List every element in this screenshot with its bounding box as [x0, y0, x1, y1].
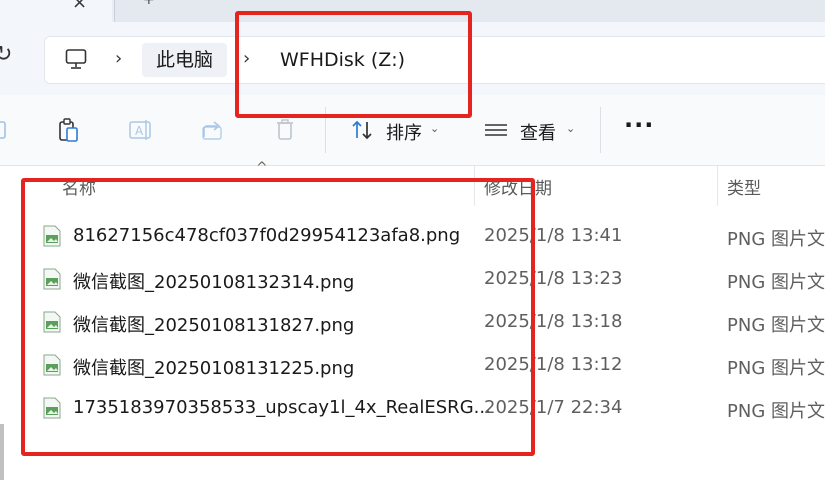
refresh-icon[interactable]: ↻: [0, 42, 12, 67]
sort-ascending-icon: ^: [256, 160, 268, 176]
breadcrumb-this-pc[interactable]: 此电脑: [142, 43, 228, 77]
monitor-icon[interactable]: [65, 48, 87, 72]
annotation-box-address: [235, 11, 472, 118]
view-chevron-down-icon[interactable]: ⌄: [566, 122, 575, 135]
file-type: PNG 图片文: [727, 272, 825, 293]
sort-icon[interactable]: [350, 117, 376, 143]
column-header-type[interactable]: 类型: [727, 174, 761, 199]
file-type: PNG 图片文: [727, 229, 825, 250]
paste-icon[interactable]: [56, 117, 82, 143]
breadcrumb-chevron-icon[interactable]: ›: [115, 48, 122, 69]
svg-text:A: A: [135, 124, 144, 138]
scrollbar[interactable]: [0, 424, 4, 480]
view-icon[interactable]: [483, 117, 509, 143]
file-type: PNG 图片文: [727, 358, 825, 379]
active-tab[interactable]: ×: [0, 0, 112, 22]
delete-icon[interactable]: [272, 117, 298, 143]
rename-icon[interactable]: A: [128, 117, 154, 143]
column-divider[interactable]: [717, 166, 718, 206]
more-options-button[interactable]: ···: [624, 111, 654, 139]
share-icon[interactable]: [200, 117, 226, 143]
annotation-box-files: [21, 178, 535, 456]
file-type: PNG 图片文: [727, 401, 825, 422]
new-tab-icon[interactable]: +: [143, 0, 155, 8]
file-type: PNG 图片文: [727, 315, 825, 336]
tab-close-icon[interactable]: ×: [72, 0, 87, 13]
toolbar-divider: [600, 107, 601, 153]
copy-icon[interactable]: [0, 117, 12, 143]
sort-button[interactable]: 排序: [386, 119, 422, 145]
sort-chevron-down-icon[interactable]: ⌄: [430, 122, 439, 135]
view-button[interactable]: 查看: [520, 119, 556, 145]
